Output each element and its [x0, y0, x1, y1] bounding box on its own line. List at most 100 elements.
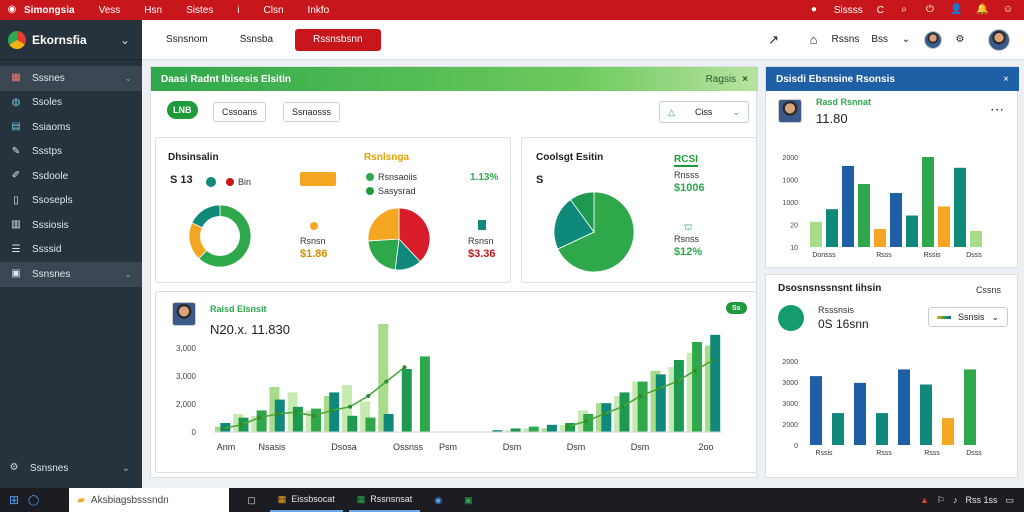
x-tick-label: Dsm: [631, 442, 650, 452]
bar: [920, 384, 932, 445]
menu-item-2[interactable]: Hsn: [144, 5, 162, 16]
sidebar-item-1[interactable]: ▦ Sssnes ⌄: [0, 66, 142, 91]
tab-2[interactable]: Ssnsba: [230, 29, 283, 51]
sidebar-menu: ▦ Sssnes ⌄ ◍ Ssoles ▤ Ssiaoms ✎ Ssstps ✐…: [0, 60, 142, 287]
globe-icon: ◍: [11, 96, 21, 108]
y-tick-label: 2000: [782, 422, 798, 429]
chevron-down-icon[interactable]: ⌄: [120, 33, 130, 47]
menu-item-1[interactable]: Vess: [99, 5, 121, 16]
taskbar-app-2[interactable]: ▦ Rssnsnsat: [348, 488, 421, 512]
card2-badge: RCSI: [674, 154, 698, 167]
sidebar-item-7[interactable]: ▥ Sssiosis: [0, 213, 142, 238]
menu-item-6[interactable]: Inkfo: [308, 5, 330, 16]
white-panel-title-right[interactable]: Cssns: [976, 285, 1001, 295]
bar: [874, 229, 886, 247]
pen-icon: ✐: [11, 170, 21, 182]
search-icon[interactable]: ⌕: [898, 4, 910, 16]
profile-icon[interactable]: ☺: [1002, 4, 1014, 16]
record-icon[interactable]: ●: [808, 4, 820, 16]
bar-series-a: [365, 417, 376, 432]
table-icon: ▥: [11, 219, 21, 231]
windows-start-icon[interactable]: ⊞: [0, 493, 28, 507]
alert-icon[interactable]: ▲: [920, 495, 929, 505]
browser-icon[interactable]: ◉: [426, 488, 450, 512]
sidebar-item-8[interactable]: ☰ Ssssid: [0, 238, 142, 263]
trend-point: [656, 386, 661, 391]
sidebar-item-3[interactable]: ▤ Ssiaoms: [0, 115, 142, 140]
app-icon: ▦: [277, 493, 287, 504]
trend-point: [692, 368, 697, 373]
bar: [810, 221, 822, 247]
chevron-down-icon: ⌄: [732, 106, 740, 117]
filter-pill-1[interactable]: Cssoans: [213, 102, 267, 122]
system-tray: ▲ ⚐ ♪ Rss 1ss ▭: [920, 495, 1024, 506]
y-tick-label: 0: [192, 428, 197, 437]
trend-point: [329, 408, 334, 413]
tab-1[interactable]: Ssnsnom: [156, 29, 218, 51]
bar: [810, 376, 822, 445]
network-icon[interactable]: ⚐: [937, 495, 945, 506]
close-icon[interactable]: ×: [1003, 74, 1009, 85]
action-pill[interactable]: △ Ciss ⌄: [659, 101, 749, 123]
volume-icon[interactable]: ♪: [953, 495, 958, 505]
tray-time[interactable]: Rss 1ss: [965, 495, 997, 505]
primary-button[interactable]: Rssnsbsnn: [295, 28, 381, 51]
home-icon[interactable]: ⌂: [808, 33, 820, 46]
menu-item-5[interactable]: Clsn: [264, 5, 284, 16]
menu-item-3[interactable]: Sistes: [186, 5, 213, 16]
top-right-label[interactable]: Sissss: [834, 5, 863, 16]
store-icon[interactable]: ▣: [456, 488, 481, 512]
sidebar-item-label: Ssstps: [32, 146, 63, 158]
sidebar-settings[interactable]: ⚙ Ssnsnes ⌄: [0, 456, 142, 480]
card3-chip[interactable]: Ss: [726, 302, 747, 314]
gear-icon: ⚙: [9, 462, 19, 473]
expand-icon[interactable]: ↗: [768, 33, 780, 46]
sidebar-item-6[interactable]: ▯ Ssosepls: [0, 189, 142, 214]
trend-point: [620, 404, 625, 409]
bar-series-a: [637, 381, 648, 432]
blue-bar-chart: 10 20 1000 1000 2000 Donsss Rsss Rssis Dsss: [782, 155, 982, 259]
trend-point: [384, 379, 389, 384]
trend-point: [366, 394, 371, 398]
bell-icon[interactable]: 🔔: [976, 4, 988, 16]
taskview-icon[interactable]: ▢: [239, 488, 264, 512]
team-avatar[interactable]: [924, 30, 942, 49]
more-icon[interactable]: ⋯: [990, 101, 1004, 118]
donut-chart: [188, 204, 252, 268]
bar: [858, 184, 870, 247]
cortana-icon[interactable]: ◯: [28, 495, 39, 506]
taskbar-search[interactable]: ▰ Aksbiagsbsssndn: [69, 488, 230, 512]
sidebar-item-9[interactable]: ▣ Ssnsnes ⌄: [0, 262, 142, 287]
user-avatar[interactable]: [988, 28, 1010, 51]
main-panel-title-right[interactable]: Ragsis: [706, 74, 737, 85]
trend-point: [565, 424, 570, 429]
user-label[interactable]: Bss: [871, 34, 888, 45]
power-icon[interactable]: ⏻: [924, 4, 936, 16]
white-panel-select[interactable]: Ssnsis ⌄: [928, 307, 1008, 327]
top-right-letter[interactable]: C: [877, 5, 884, 16]
lnb-badge[interactable]: LNB: [167, 101, 198, 119]
home-label[interactable]: Rssns: [832, 34, 860, 45]
y-tick-label: 3000: [782, 380, 798, 387]
card1-right-label: Rsnsn: [468, 236, 494, 246]
taskbar-app-1[interactable]: ▦ Eissbsocat: [269, 488, 343, 512]
sidebar-item-5[interactable]: ✐ Ssdoole: [0, 164, 142, 189]
close-icon[interactable]: ×: [742, 74, 748, 85]
settings-icon[interactable]: ⚙: [954, 34, 966, 46]
user-icon[interactable]: 👤: [950, 4, 962, 16]
sidebar-brand[interactable]: Ekornsfia ⌄: [0, 20, 142, 60]
filter-pill-2[interactable]: Ssnaosss: [283, 102, 341, 122]
sidebar-item-4[interactable]: ✎ Ssstps: [0, 140, 142, 165]
chevron-down-icon[interactable]: ⌄: [900, 34, 912, 46]
bar-series-a: [401, 369, 412, 432]
notification-icon[interactable]: ▭: [1005, 495, 1014, 506]
top-menu-bar: ◉ Simongsia Vess Hsn Sistes i Clsn Inkfo…: [0, 0, 1024, 20]
main-panel-header: Daasi Radnt Ibisesis Elsitin Ragsis ×: [151, 67, 758, 91]
x-tick-label: Rssis: [815, 450, 833, 457]
app-icon: ▦: [356, 493, 366, 504]
menu-item-4[interactable]: i: [237, 5, 239, 16]
sidebar-item-2[interactable]: ◍ Ssoles: [0, 91, 142, 116]
chevron-down-icon: ⌄: [121, 462, 130, 474]
y-tick-label: 3000: [782, 401, 798, 408]
bar: [970, 230, 982, 247]
